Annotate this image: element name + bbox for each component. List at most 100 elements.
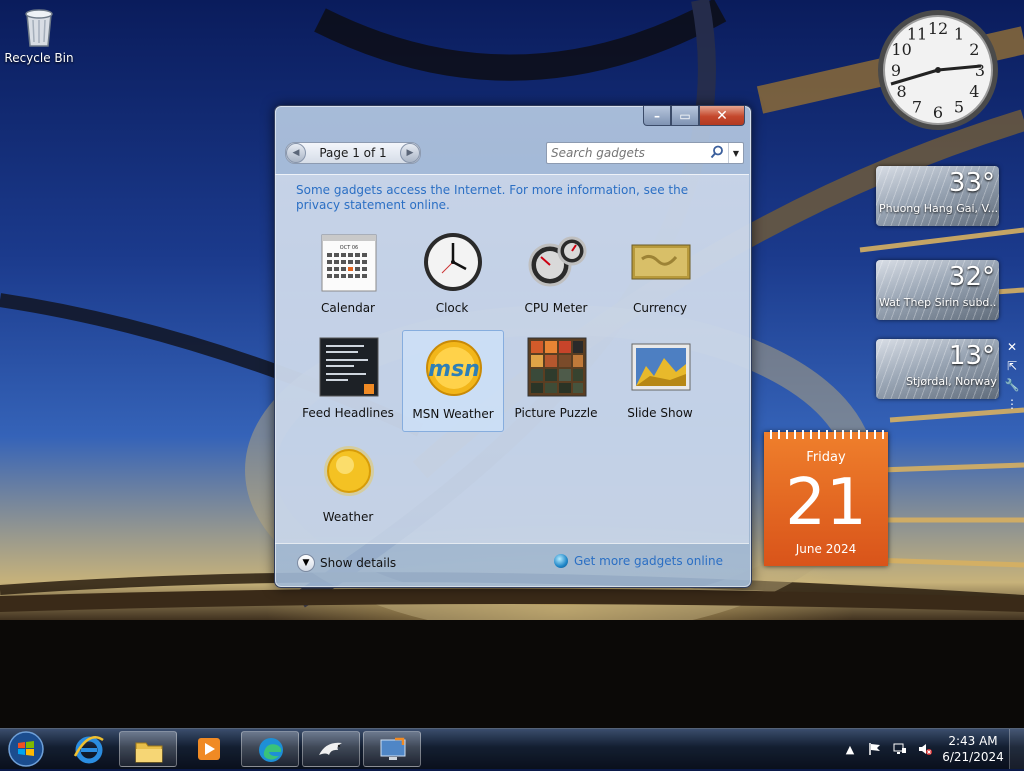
gadget-clock[interactable]: Clock bbox=[402, 225, 502, 325]
globe-icon bbox=[553, 554, 568, 568]
weather-gadget-3[interactable]: 13° Stjørdal, Norway bbox=[876, 339, 999, 399]
recycle-bin-icon bbox=[22, 6, 56, 48]
calendar-gadget-icon: OCT 06 bbox=[318, 231, 380, 293]
gadget-currency[interactable]: Currency bbox=[610, 225, 710, 325]
clock-numeral: 4 bbox=[969, 82, 979, 101]
window-caption-buttons: – ▭ ✕ bbox=[643, 106, 745, 126]
page-indicator: Page 1 of 1 bbox=[319, 146, 387, 160]
show-details-toggle[interactable]: ▼ Show details bbox=[297, 554, 396, 572]
clock-numeral: 11 bbox=[907, 25, 927, 44]
weather-temperature: 32° bbox=[948, 262, 995, 292]
gadget-cpu-meter[interactable]: CPU Meter bbox=[506, 225, 606, 325]
gadget-list: Some gadgets access the Internet. For mo… bbox=[275, 174, 749, 543]
cpu-meter-gadget-icon bbox=[526, 231, 588, 293]
search-dropdown-button[interactable]: ▼ bbox=[728, 143, 743, 163]
taskbar-app-internet-explorer[interactable] bbox=[60, 731, 118, 767]
msn-weather-gadget-icon: msn bbox=[423, 337, 485, 399]
gadget-name: Calendar bbox=[321, 301, 375, 315]
page-navigator: ◀ Page 1 of 1 ▶ bbox=[285, 142, 421, 164]
privacy-notice-link[interactable]: Some gadgets access the Internet. For mo… bbox=[296, 183, 716, 213]
taskbar-app-remote-desktop[interactable] bbox=[363, 731, 421, 767]
gadget-gallery-window[interactable]: – ▭ ✕ ◀ Page 1 of 1 ▶ ▼ Some gadgets acc… bbox=[274, 105, 752, 588]
gadget-close-button[interactable]: ✕ bbox=[1004, 339, 1020, 355]
show-details-label: Show details bbox=[320, 556, 397, 570]
desktop[interactable]: Recycle Bin – ▭ ✕ ◀ Page 1 of 1 ▶ ▼ Some… bbox=[0, 0, 1024, 728]
gadget-larger-size-button[interactable]: ⇱ bbox=[1004, 358, 1020, 374]
internet-explorer-icon bbox=[73, 736, 104, 764]
windows-orb-icon bbox=[8, 731, 44, 767]
clock-numeral: 12 bbox=[928, 19, 948, 38]
get-more-gadgets-link[interactable]: Get more gadgets online bbox=[553, 554, 723, 568]
gadget-name: Currency bbox=[632, 301, 688, 315]
taskbar-app-media-player[interactable] bbox=[180, 731, 238, 767]
previous-page-button[interactable]: ◀ bbox=[286, 143, 306, 163]
weather-gadget-1[interactable]: 33° Phuong Hang Gai, V... bbox=[876, 166, 999, 226]
clock-numeral: 7 bbox=[912, 97, 922, 116]
media-player-icon bbox=[198, 738, 220, 760]
taskbar-date: 6/21/2024 bbox=[942, 750, 1004, 764]
gadget-name: CPU Meter bbox=[524, 301, 588, 315]
gadget-calendar[interactable]: OCT 06 Calendar bbox=[298, 225, 398, 325]
currency-gadget-icon bbox=[630, 231, 692, 293]
search-input[interactable] bbox=[551, 145, 705, 160]
gadget-toolbar: ✕ ⇱ 🔧 ⋮ bbox=[1004, 339, 1022, 419]
show-hidden-icons-button[interactable]: ▲ bbox=[842, 741, 858, 757]
desktop-icon-recycle-bin[interactable]: Recycle Bin bbox=[4, 6, 74, 65]
gadget-picture-puzzle[interactable]: Picture Puzzle bbox=[506, 330, 606, 430]
remote-desktop-icon bbox=[380, 737, 406, 760]
desktop-icon-label: Recycle Bin bbox=[4, 51, 74, 65]
folder-icon bbox=[135, 742, 163, 763]
gadget-options-button[interactable]: 🔧 bbox=[1004, 377, 1020, 393]
start-button[interactable] bbox=[6, 730, 46, 768]
weather-location: Wat Thep Sirin subd... bbox=[879, 296, 997, 309]
weather-temperature: 33° bbox=[948, 168, 995, 198]
gadget-weather[interactable]: Weather bbox=[298, 434, 398, 534]
gallery-footer: ▼ Show details Get more gadgets online bbox=[275, 543, 749, 586]
network-icon[interactable] bbox=[892, 741, 908, 757]
eagle-icon bbox=[319, 742, 342, 755]
volume-muted-icon[interactable] bbox=[917, 741, 933, 757]
taskbar-app-windows-explorer[interactable] bbox=[119, 731, 177, 767]
clock-face: 12 1234567891011 bbox=[878, 10, 998, 130]
gadget-slide-show[interactable]: Slide Show bbox=[610, 330, 710, 430]
clock-numeral: 1 bbox=[954, 25, 964, 44]
clock-gadget-icon bbox=[422, 231, 484, 293]
gadget-name: MSN Weather bbox=[412, 407, 494, 421]
close-button[interactable]: ✕ bbox=[699, 106, 745, 126]
clock-numeral: 8 bbox=[897, 82, 907, 101]
action-center-flag-icon[interactable] bbox=[867, 741, 883, 757]
calendar-thumb-label: OCT 06 bbox=[340, 245, 358, 251]
taskbar-clock[interactable]: 2:43 AM 6/21/2024 bbox=[940, 733, 1006, 765]
search-icon[interactable] bbox=[710, 145, 724, 159]
calendar-weekday: Friday bbox=[806, 450, 846, 465]
gadget-name: Feed Headlines bbox=[302, 406, 394, 420]
search-box: ▼ bbox=[546, 142, 744, 164]
desktop-calendar-gadget[interactable]: Friday 21 June 2024 bbox=[764, 430, 888, 566]
calendar-rings bbox=[770, 430, 884, 439]
minimize-button[interactable]: – bbox=[643, 106, 671, 126]
desktop-clock-gadget[interactable]: 12 1 2 3 4 5 6 7 8 9 10 11 bbox=[876, 8, 1000, 132]
picture-puzzle-gadget-icon bbox=[526, 336, 588, 398]
clock-numeral: 9 bbox=[891, 61, 901, 80]
next-page-button[interactable]: ▶ bbox=[400, 143, 420, 163]
clock-numeral: 6 bbox=[933, 103, 943, 122]
maximize-button[interactable]: ▭ bbox=[671, 106, 699, 126]
taskbar-app-eagle[interactable] bbox=[302, 731, 360, 767]
feed-headlines-gadget-icon bbox=[318, 336, 380, 398]
calendar-month-year: June 2024 bbox=[795, 542, 857, 556]
show-desktop-button[interactable] bbox=[1009, 729, 1024, 769]
taskbar: ▲ 2:43 AM 6/21/2024 bbox=[0, 728, 1024, 769]
weather-gadget-2[interactable]: 32° Wat Thep Sirin subd... bbox=[876, 260, 999, 320]
drag-handle-icon[interactable]: ⋮ bbox=[1004, 396, 1020, 412]
weather-gadget-icon bbox=[318, 440, 380, 502]
weather-temperature: 13° bbox=[948, 341, 995, 371]
msn-logo-text: msn bbox=[428, 357, 480, 382]
chevron-down-icon: ▼ bbox=[297, 554, 315, 572]
slide-show-gadget-icon bbox=[630, 336, 692, 398]
taskbar-app-edge[interactable] bbox=[241, 731, 299, 767]
weather-location: Stjørdal, Norway bbox=[906, 375, 997, 388]
notification-area: ▲ bbox=[842, 729, 942, 769]
gadget-msn-weather[interactable]: msn MSN Weather bbox=[402, 330, 504, 432]
clock-numeral: 2 bbox=[969, 40, 979, 59]
gadget-feed-headlines[interactable]: Feed Headlines bbox=[298, 330, 398, 430]
